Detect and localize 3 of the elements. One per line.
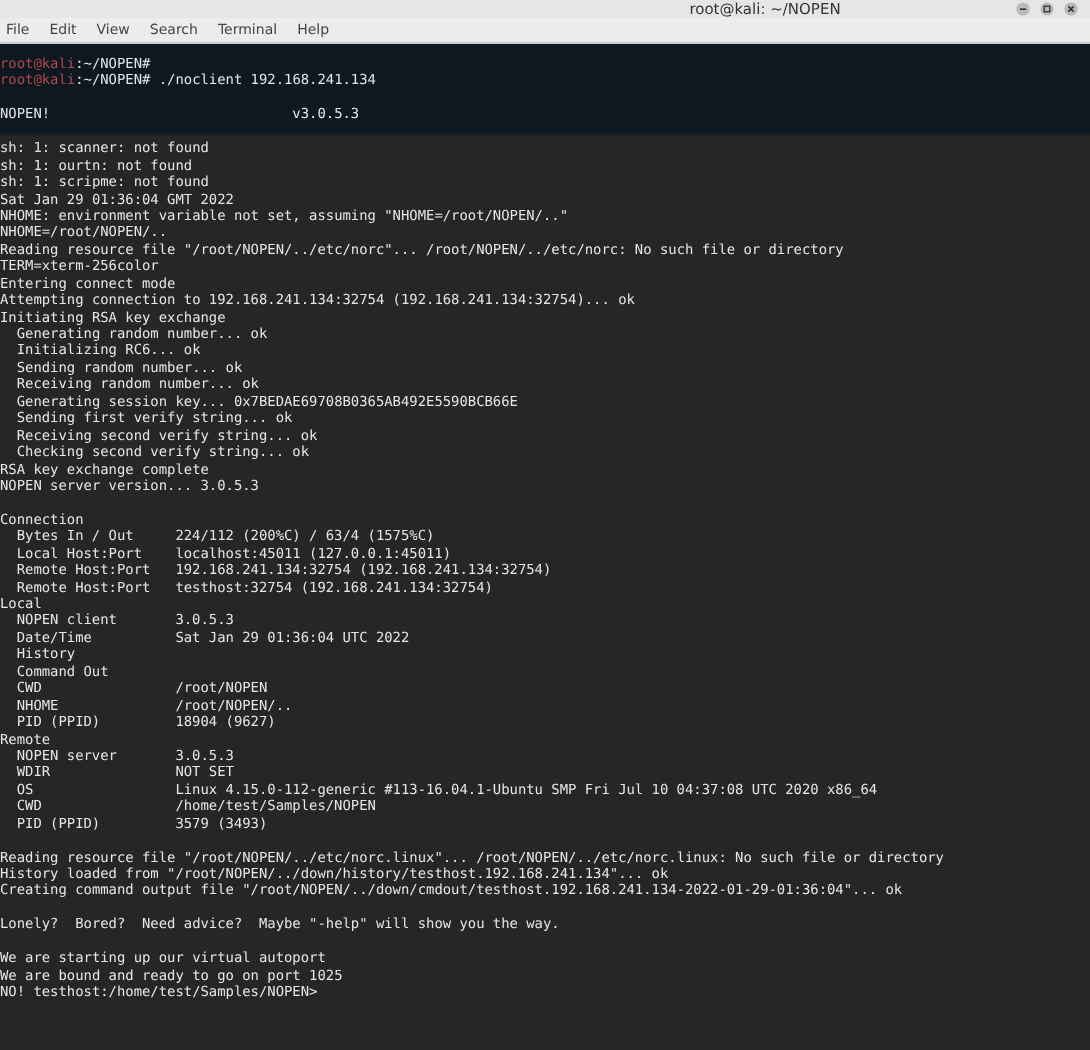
minimize-icon[interactable] [1016,2,1030,16]
maximize-icon[interactable] [1040,2,1054,16]
close-icon[interactable] [1064,2,1078,16]
